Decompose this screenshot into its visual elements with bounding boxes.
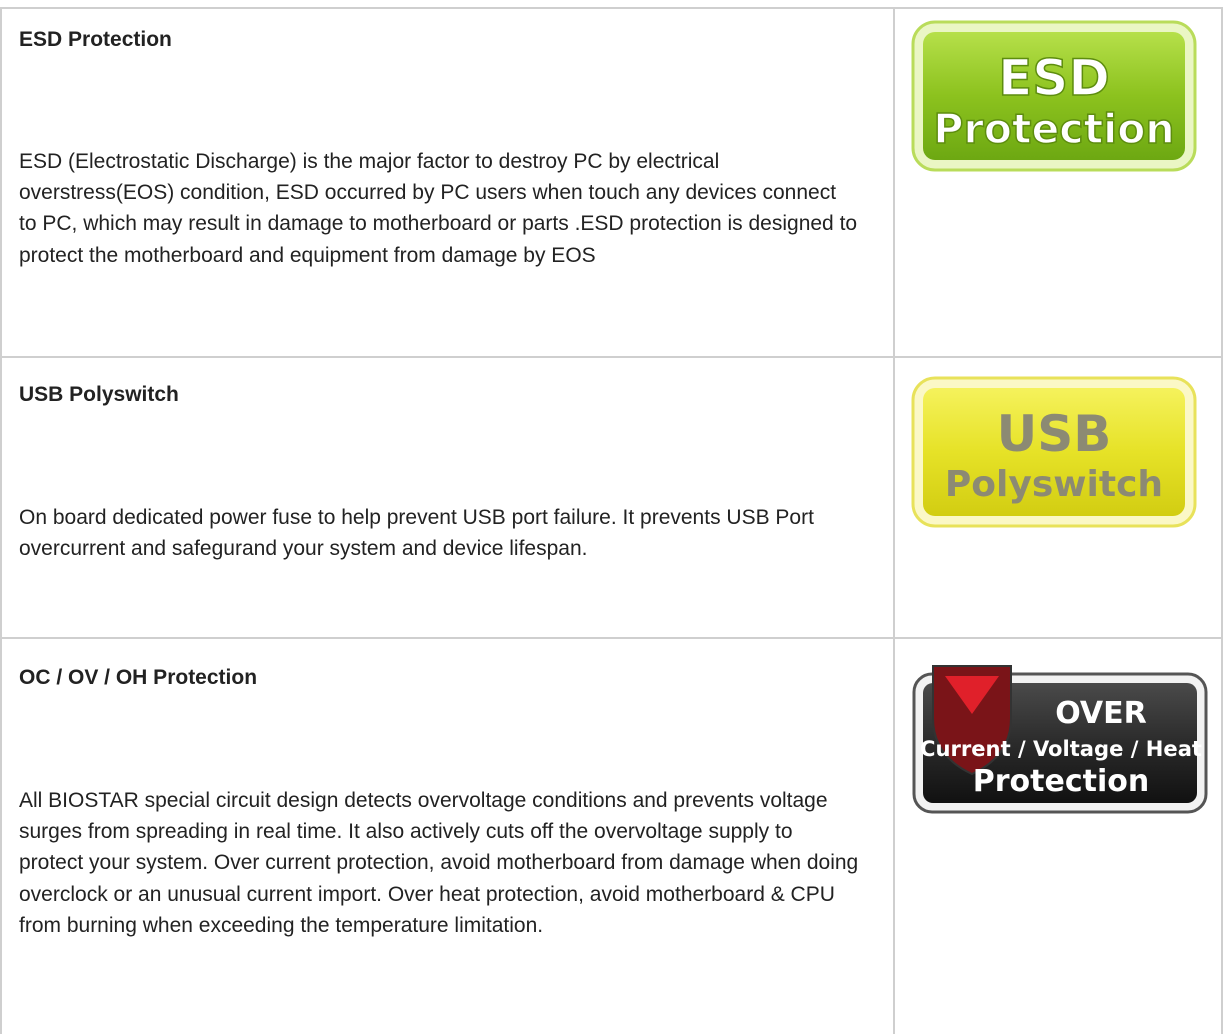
usb-polyswitch-badge-icon: USB Polyswitch — [911, 376, 1211, 528]
badge-line2: Polyswitch — [945, 464, 1163, 505]
table-column-divider — [893, 8, 895, 1034]
feature-description: All BIOSTAR special circuit design detec… — [19, 789, 859, 937]
badge-line1: OVER — [1055, 696, 1147, 731]
badge-line1: ESD — [998, 49, 1110, 107]
feature-description: ESD (Electrostatic Discharge) is the maj… — [19, 150, 858, 267]
badge-line2: Current / Voltage / Heat — [920, 737, 1202, 761]
feature-table: ESD Protection ESD (Electrostatic Discha… — [0, 0, 1223, 1034]
badge-line2: Protection — [933, 105, 1174, 153]
feature-title: ESD Protection — [19, 28, 172, 51]
esd-protection-badge-icon: ESD Protection — [911, 20, 1211, 172]
feature-row-over-protection: OC / OV / OH Protection All BIOSTAR spec… — [2, 639, 893, 1034]
feature-row-esd: ESD Protection ESD (Electrostatic Discha… — [2, 9, 893, 356]
badge-line1: USB — [997, 405, 1112, 463]
over-protection-shield-badge-icon: OVER Current / Voltage / Heat Protection — [911, 656, 1211, 816]
feature-title: USB Polyswitch — [19, 383, 179, 406]
badge-line3: Protection — [973, 764, 1149, 799]
feature-description: On board dedicated power fuse to help pr… — [19, 506, 814, 561]
feature-title: OC / OV / OH Protection — [19, 666, 258, 689]
feature-row-usb: USB Polyswitch On board dedicated power … — [2, 358, 893, 637]
